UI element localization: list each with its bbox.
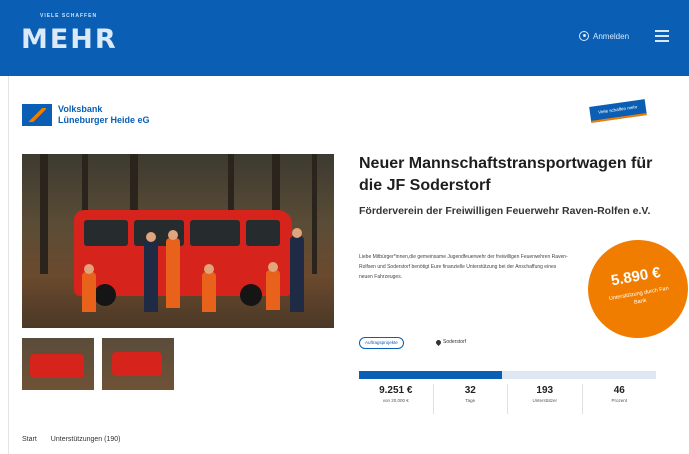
project-title: Neuer Mannschaftstransportwagen für die … [359,155,653,194]
location-pin-icon [434,338,443,346]
bank-name: Volksbank Lüneburger Heide eG [58,104,150,125]
tab-support[interactable]: Unterstützungen (190) [51,436,121,443]
project-description: Liebe Mitbürger*innen,die gemeinsame Jug… [359,254,568,280]
stat-percent: 46 Prozent [611,385,627,403]
login-label: Anmelden [593,31,630,41]
stat-days: 32 Tage [434,384,508,414]
tab-start[interactable]: Start [22,436,37,443]
location: Soderstorf [434,337,467,347]
site-logo[interactable]: MEHR [21,24,118,55]
thumbnail-1[interactable] [22,338,94,390]
thumbnail-2[interactable] [102,338,174,390]
organization-name: Förderverein der Freiwilligen Feuerwehr … [359,205,651,217]
progress-bar [359,371,656,379]
project-main-photo[interactable] [22,154,334,328]
bank-mark-icon [22,104,52,126]
bank-logo[interactable]: Volksbank Lüneburger Heide eG [22,104,150,126]
top-bar: VIELE SCHAFFEN MEHR Anmelden [0,0,689,76]
stat-supporters: 193 Unterstützer [508,384,583,414]
logo-tagline: VIELE SCHAFFEN [40,13,98,19]
bottom-tabs: Start Unterstützungen (190) [22,436,120,443]
login-button[interactable]: Anmelden [579,31,629,41]
user-icon [579,31,589,41]
stats-row: 9.251 € von 20.000 € 32 Tage 193 Unterst… [359,384,656,414]
hamburger-menu-icon[interactable] [655,30,669,42]
stat-amount: 9.251 € von 20.000 € [359,384,434,414]
category-tag[interactable]: Auftragsprojekte [359,337,404,349]
location-label: Soderstorf [443,339,467,345]
progress-fill [359,371,502,379]
